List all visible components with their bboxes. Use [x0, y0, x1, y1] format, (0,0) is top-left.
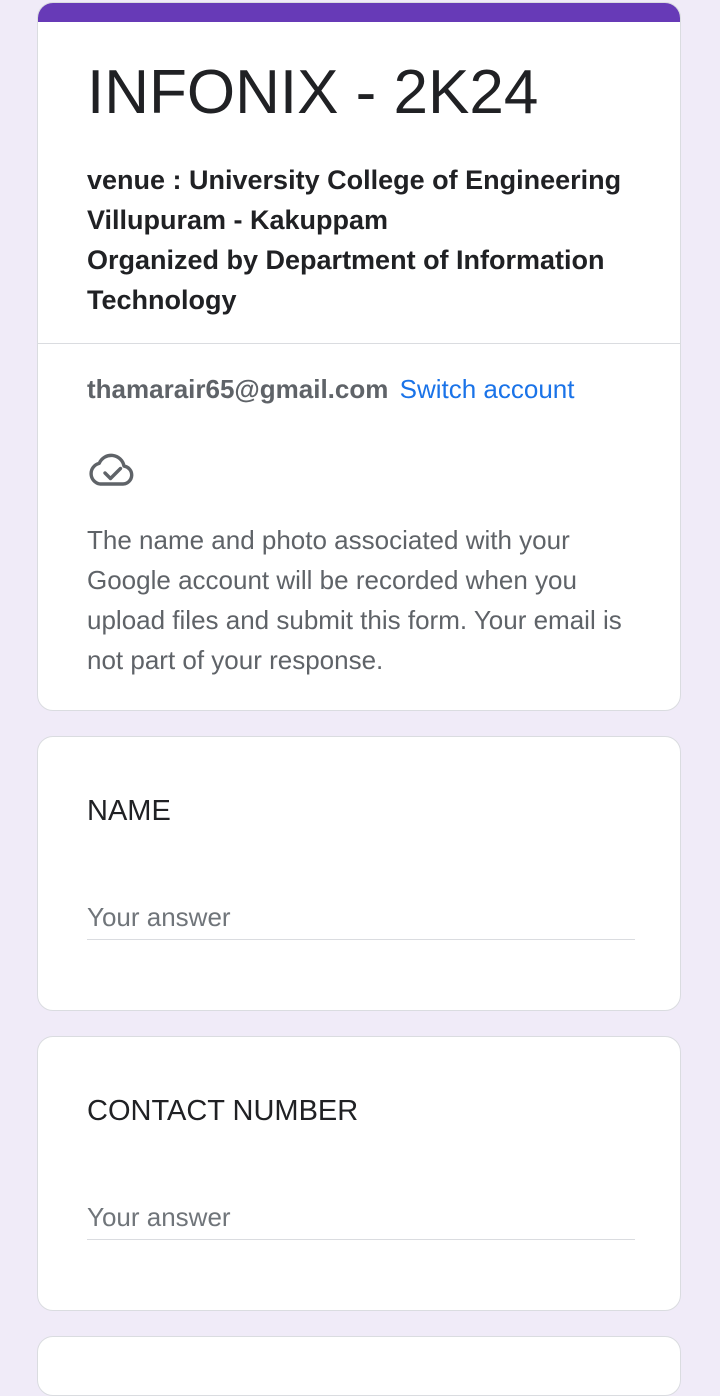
account-row: thamarair65@gmail.com Switch account	[87, 369, 574, 409]
form-description-line: Technology	[87, 285, 237, 315]
form-description-line: venue : University College of Engineerin…	[87, 165, 622, 195]
account-email: thamarair65@gmail.com	[87, 374, 389, 404]
account-notice: The name and photo associated with your …	[87, 525, 622, 675]
form-title: INFONIX - 2K24	[87, 58, 539, 127]
form-header-card: INFONIX - 2K24 venue : University Colleg…	[37, 2, 681, 711]
name-answer-input[interactable]	[87, 896, 635, 940]
form-accent-bar	[38, 3, 680, 22]
form-description-line: Villupuram - Kakuppam	[87, 205, 389, 235]
question-title: NAME	[87, 795, 171, 827]
form-description: venue : University College of Engineerin…	[87, 160, 647, 320]
form-description-line: Organized by Department of Information	[87, 245, 605, 275]
cloud-done-icon	[89, 453, 134, 486]
question-title: CONTACT NUMBER	[87, 1095, 359, 1127]
header-divider	[38, 343, 680, 344]
question-card-next	[37, 1336, 681, 1396]
question-card-contact-number: CONTACT NUMBER	[37, 1036, 681, 1311]
question-card-name: NAME	[37, 736, 681, 1011]
contact-number-answer-input[interactable]	[87, 1196, 635, 1240]
switch-account-link[interactable]: Switch account	[400, 374, 575, 404]
